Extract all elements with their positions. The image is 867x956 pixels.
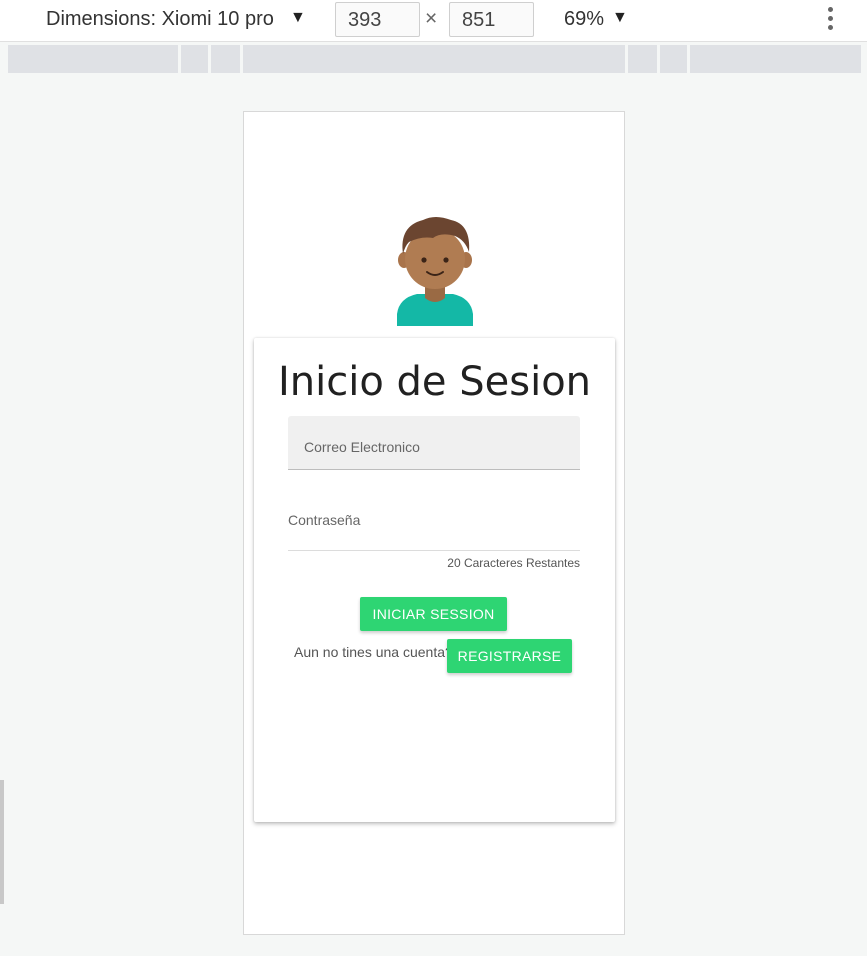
email-field[interactable] — [288, 416, 580, 469]
login-button[interactable]: INICIAR SESSION — [360, 597, 507, 631]
device-dimensions-select[interactable]: Dimensions: Xiomi 10 pro — [46, 8, 274, 31]
caret-down-icon[interactable]: ▼ — [290, 9, 306, 27]
zoom-select[interactable]: 69% — [564, 8, 604, 31]
device-toolbar: Dimensions: Xiomi 10 pro ▼ 393 × 851 69%… — [0, 0, 867, 42]
boy-avatar-icon — [397, 217, 473, 326]
media-query-divider — [178, 45, 181, 73]
page-title: Inicio de Sesion — [277, 359, 592, 405]
media-query-divider — [687, 45, 690, 73]
login-card: Inicio de Sesion 20 Caracteres Restantes… — [254, 338, 615, 822]
media-query-divider — [208, 45, 211, 73]
password-field[interactable] — [288, 498, 580, 550]
more-vertical-icon[interactable] — [828, 7, 834, 34]
height-input[interactable]: 851 — [449, 2, 534, 37]
media-query-bar[interactable] — [8, 45, 861, 73]
no-account-label: Aun no tines una cuenta? — [294, 644, 453, 660]
media-query-divider — [240, 45, 243, 73]
media-query-divider — [657, 45, 660, 73]
caret-down-icon[interactable]: ▼ — [612, 9, 628, 27]
chars-remaining-counter: 20 Caracteres Restantes — [447, 556, 580, 570]
media-query-divider — [625, 45, 628, 73]
device-viewport: Inicio de Sesion 20 Caracteres Restantes… — [243, 111, 625, 935]
times-icon: × — [425, 7, 438, 30]
width-input[interactable]: 393 — [335, 2, 420, 37]
register-button[interactable]: REGISTRARSE — [447, 639, 572, 673]
scrollbar[interactable] — [0, 780, 4, 904]
email-field-container — [288, 416, 580, 470]
password-field-container — [288, 498, 580, 551]
